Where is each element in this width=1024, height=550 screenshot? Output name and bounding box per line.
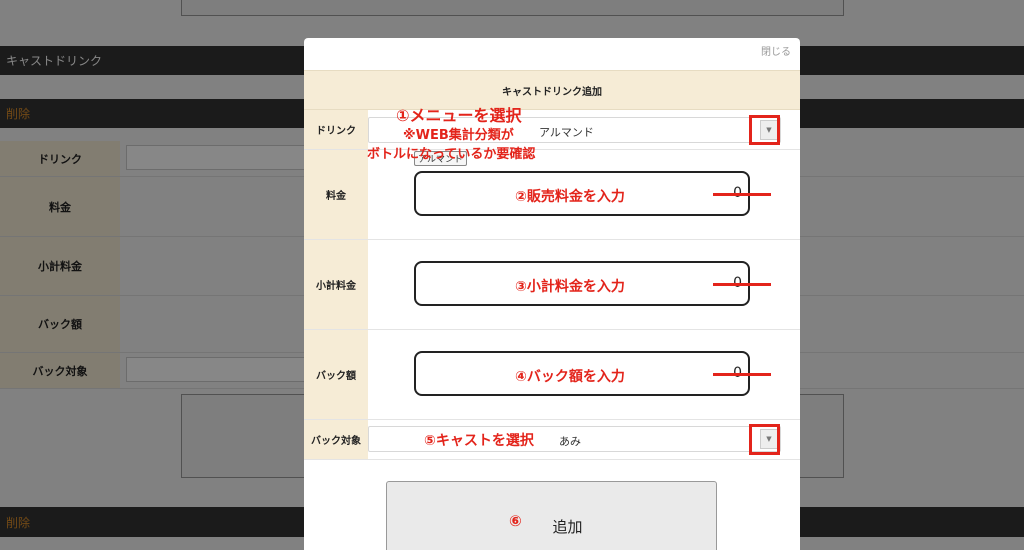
add-button[interactable]: 追加 bbox=[386, 481, 717, 550]
annotation-step6: ⑥ bbox=[509, 512, 522, 530]
modal-title: キャストドリンク追加 bbox=[304, 70, 800, 110]
annotation-line-subtotal bbox=[713, 283, 771, 286]
back-target-select-value: あみ bbox=[559, 435, 581, 448]
annotation-step1: ①メニューを選択 bbox=[396, 106, 522, 125]
annotation-highlight-target-arrow bbox=[749, 424, 780, 455]
annotation-step5: ⑤キャストを選択 bbox=[424, 433, 534, 449]
annotation-highlight-drink-arrow bbox=[749, 115, 780, 145]
annotation-line-price bbox=[713, 193, 771, 196]
back-amount-label: バック額 bbox=[304, 330, 368, 419]
drink-label: ドリンク bbox=[304, 110, 368, 149]
price-label: 料金 bbox=[304, 150, 368, 239]
back-target-row: バック対象 あみ ▼ bbox=[304, 420, 800, 460]
back-target-label: バック対象 bbox=[304, 420, 368, 459]
drink-select-value: アルマンド bbox=[539, 126, 594, 139]
annotation-step4: ④バック額を入力 bbox=[515, 369, 625, 385]
add-button-label: 追加 bbox=[552, 517, 583, 536]
annotation-step3: ③小計料金を入力 bbox=[515, 279, 625, 295]
close-button[interactable]: 閉じる bbox=[761, 43, 791, 58]
annotation-step2: ②販売料金を入力 bbox=[515, 189, 625, 205]
annotation-note1: ※WEB集計分類が bbox=[403, 128, 514, 143]
annotation-note2: ボトルになっているか要確認 bbox=[367, 147, 536, 162]
annotation-line-back-amount bbox=[713, 373, 771, 376]
subtotal-label: 小計料金 bbox=[304, 240, 368, 329]
